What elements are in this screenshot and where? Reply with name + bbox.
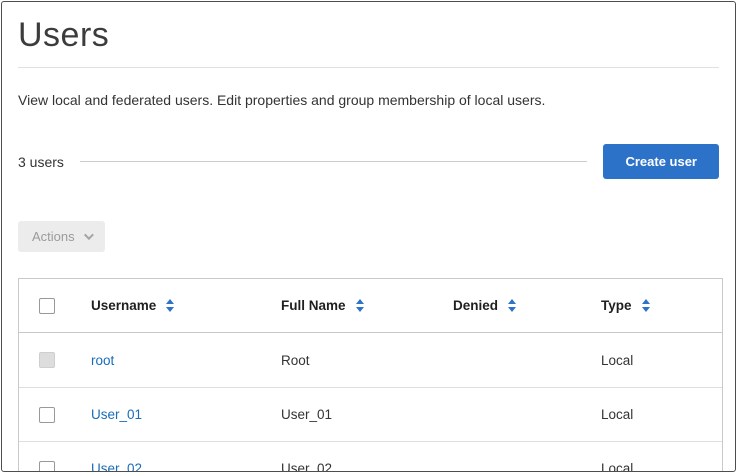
column-header-label: Denied xyxy=(453,298,499,313)
horizontal-divider xyxy=(79,161,588,162)
header-checkbox-cell xyxy=(19,297,75,314)
column-header-label: Username xyxy=(91,298,157,313)
type-cell: Local xyxy=(601,407,634,422)
fullname-cell: User_01 xyxy=(281,407,333,422)
column-header-type: Type xyxy=(585,298,722,313)
column-header-label: Type xyxy=(601,298,632,313)
username-cell: User_02 xyxy=(75,461,265,471)
username-link[interactable]: root xyxy=(91,353,114,368)
chevron-down-icon xyxy=(83,230,94,241)
sort-icon[interactable] xyxy=(166,299,175,312)
actions-button[interactable]: Actions xyxy=(18,221,105,252)
title-divider xyxy=(18,67,719,68)
select-all-checkbox[interactable] xyxy=(39,297,55,314)
type-cell: Local xyxy=(601,461,634,472)
table-row: User_02 User_02 Local xyxy=(19,441,722,472)
sort-icon[interactable] xyxy=(641,299,650,312)
row-checkbox-cell xyxy=(19,406,75,423)
table-header-row: Username Full Name Denied Type xyxy=(19,279,722,333)
column-header-fullname: Full Name xyxy=(265,298,437,313)
table-row: root Root Local xyxy=(19,333,722,387)
row-checkbox xyxy=(39,352,55,368)
page-title: Users xyxy=(18,16,110,54)
username-link[interactable]: User_02 xyxy=(91,461,142,471)
table-row: User_01 User_01 Local xyxy=(19,387,722,441)
count-row: 3 users Create user xyxy=(18,144,719,179)
user-count-label: 3 users xyxy=(18,153,64,170)
row-checkbox-cell xyxy=(19,352,75,368)
create-user-button[interactable]: Create user xyxy=(603,144,719,179)
column-header-label: Full Name xyxy=(281,298,346,313)
column-header-denied: Denied xyxy=(437,298,585,313)
row-checkbox[interactable] xyxy=(39,406,55,423)
username-cell: root xyxy=(75,353,265,368)
column-header-username: Username xyxy=(75,298,265,313)
users-table: Username Full Name Denied Type root Root… xyxy=(18,278,723,472)
username-link[interactable]: User_01 xyxy=(91,407,142,422)
username-cell: User_01 xyxy=(75,407,265,422)
actions-button-label: Actions xyxy=(32,229,75,244)
row-checkbox-cell xyxy=(19,460,75,471)
type-cell: Local xyxy=(601,352,634,368)
sort-icon[interactable] xyxy=(508,299,517,312)
fullname-cell: User_02 xyxy=(281,461,333,472)
users-page: Users View local and federated users. Ed… xyxy=(1,1,736,472)
sort-icon[interactable] xyxy=(355,299,364,312)
row-checkbox[interactable] xyxy=(39,460,55,471)
page-description: View local and federated users. Edit pro… xyxy=(18,92,546,108)
fullname-cell: Root xyxy=(281,352,310,368)
